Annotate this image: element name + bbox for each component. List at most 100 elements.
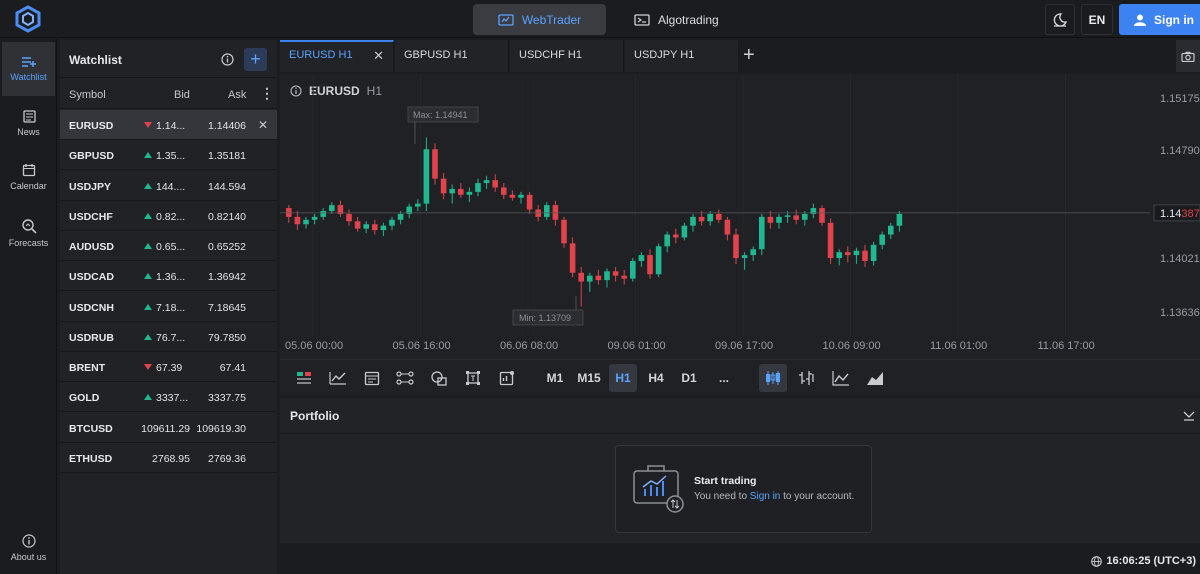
tab-label: GBPUSD H1 (404, 49, 468, 61)
candle (621, 269, 627, 285)
tab-usdchf-h1[interactable]: USDCHF H1 (510, 40, 624, 72)
theme-toggle-button[interactable] (1045, 4, 1075, 35)
watchlist-row-btcusd[interactable]: BTCUSD 109611.29 109619.30 (60, 413, 277, 443)
watchlist-row-eurusd[interactable]: EURUSD 1.14... 1.14406 ✕ (60, 110, 277, 140)
bars-type-button[interactable] (793, 364, 821, 392)
time-label: 09.06 17:00 (715, 340, 773, 352)
bid-price: 3337... (156, 392, 189, 405)
sign-in-link[interactable]: Sign in (750, 491, 781, 502)
candles-icon (766, 371, 780, 385)
candle (406, 203, 412, 219)
price-chart[interactable]: EURUSD H1 Max: 1.14941 Min: 1.13709 1.15… (280, 74, 1200, 359)
nav-about[interactable]: About us (2, 524, 55, 572)
briefcase-chart-icon (633, 465, 684, 513)
portfolio-panel: Portfolio Start trading You need to Sign… (280, 398, 1200, 543)
candle (303, 216, 309, 229)
timeframe-h4[interactable]: H4 (642, 364, 670, 392)
timeframe-m1[interactable]: M1 (541, 364, 569, 392)
watchlist-row-usdchf[interactable]: USDCHF 0.82... 0.82140 (60, 201, 277, 231)
watchlist-row-ethusd[interactable]: ETHUSD 2768.95 2769.36 (60, 443, 277, 473)
nav-about-label: About us (10, 552, 47, 562)
time-label: 05.06 00:00 (285, 340, 343, 352)
tab-eurusd-h1[interactable]: EURUSD H1 ✕ (280, 40, 394, 72)
bid-price: 0.65... (156, 241, 186, 253)
watchlist-row-gold[interactable]: GOLD 3337... 3337.75 (60, 382, 277, 413)
close-icon[interactable]: ✕ (373, 48, 384, 64)
watchlist-row-gbpusd[interactable]: GBPUSD 1.35... 1.35181 (60, 140, 277, 171)
candle (415, 199, 421, 211)
price-down-icon (144, 364, 152, 370)
col-bid: Bid (174, 89, 190, 101)
tab-gbpusd-h1[interactable]: GBPUSD H1 (395, 40, 509, 72)
frame-button[interactable] (459, 364, 487, 392)
candle (423, 137, 430, 211)
candle (509, 190, 516, 201)
price-up-icon (144, 333, 152, 340)
webtrader-button[interactable]: WebTrader (473, 4, 606, 35)
watchlist-row-audusd[interactable]: AUDUSD 0.65... 0.65252 (60, 231, 277, 261)
watchlist-header: Watchlist + (60, 40, 277, 78)
symbol-name: USDJPY (69, 180, 112, 193)
events-button[interactable] (358, 364, 386, 392)
bid-price: 1.36... (156, 271, 186, 284)
watchlist-row-usdcnh[interactable]: USDCNH 7.18... 7.18645 (60, 292, 277, 322)
trendline-button[interactable] (391, 364, 419, 392)
nav-watchlist[interactable]: Watchlist (2, 42, 55, 96)
nav-forecasts[interactable]: Forecasts (2, 206, 55, 260)
info-icon[interactable] (221, 53, 234, 66)
watchlist-row-usdcad[interactable]: USDCAD 1.36... 1.36942 (60, 261, 277, 292)
line-type-button[interactable] (827, 364, 855, 392)
candle (888, 222, 894, 239)
add-symbol-button[interactable]: + (244, 48, 267, 71)
bid-price: 1.14... (156, 120, 186, 132)
price-up-icon (144, 182, 152, 189)
max-label: Max: 1.14941 (413, 110, 468, 120)
candle (337, 200, 344, 217)
time-label: 06.06 08:00 (500, 340, 558, 352)
price-label: 1.14790 (1160, 145, 1200, 157)
candle (759, 213, 765, 256)
shapes-button[interactable] (425, 364, 453, 392)
chart-analysis-button[interactable] (324, 364, 352, 392)
ask-price: 67.41 (219, 362, 246, 374)
timeframe-m15[interactable]: M15 (574, 364, 604, 392)
more-timeframes-button[interactable]: ... (710, 364, 738, 392)
sign-in-button[interactable]: Sign in (1119, 4, 1200, 35)
watchlist-title: Watchlist (69, 53, 122, 67)
candle (294, 211, 301, 231)
timeframe-h1[interactable]: H1 (609, 364, 637, 392)
timeframe-d1[interactable]: D1 (675, 364, 703, 392)
symbol-name: USDCHF (69, 210, 113, 223)
logo-icon[interactable] (14, 5, 42, 33)
nav-news-label: News (17, 126, 40, 137)
candle (638, 252, 645, 267)
chart-settings-button[interactable] (493, 364, 521, 392)
remove-icon[interactable]: ✕ (258, 118, 268, 132)
more-options-icon[interactable]: ⋮ (260, 85, 274, 102)
screenshot-button[interactable] (1176, 40, 1200, 72)
language-selector[interactable]: EN (1081, 4, 1113, 35)
add-tab-button[interactable]: + (743, 44, 755, 67)
price-down-icon (144, 122, 152, 128)
candles-type-button[interactable] (759, 364, 787, 392)
price-up-icon (144, 243, 152, 249)
watchlist-row-usdrub[interactable]: USDRUB 76.7... 79.7850 (60, 322, 277, 352)
watchlist-row-usdjpy[interactable]: USDJPY 144.... 144.594 (60, 171, 277, 201)
area-type-button[interactable] (861, 364, 889, 392)
status-bar: 16:06:25 (UTC+3) (280, 545, 1200, 574)
indicators-button[interactable] (290, 364, 318, 392)
price-label: 1.15175 (1160, 93, 1200, 105)
price-label: 1.13636 (1160, 307, 1200, 319)
nav-news[interactable]: News (2, 96, 55, 150)
candlestick-plot[interactable]: Max: 1.14941 Min: 1.13709 1.15175 1.1479… (280, 74, 1200, 359)
camera-icon (1181, 51, 1195, 62)
algotrading-button[interactable]: Algotrading (620, 4, 733, 35)
tab-usdjpy-h1[interactable]: USDJPY H1 (625, 40, 739, 72)
nav-calendar[interactable]: Calendar (2, 150, 55, 204)
watchlist-row-brent[interactable]: BRENT 67.39 67.41 (60, 352, 277, 382)
start-trading-title: Start trading (694, 475, 757, 487)
collapse-icon[interactable] (1183, 409, 1195, 421)
candle (836, 249, 842, 266)
candle (372, 219, 378, 235)
left-navigation: Watchlist News Calendar Forecasts About … (0, 39, 57, 574)
